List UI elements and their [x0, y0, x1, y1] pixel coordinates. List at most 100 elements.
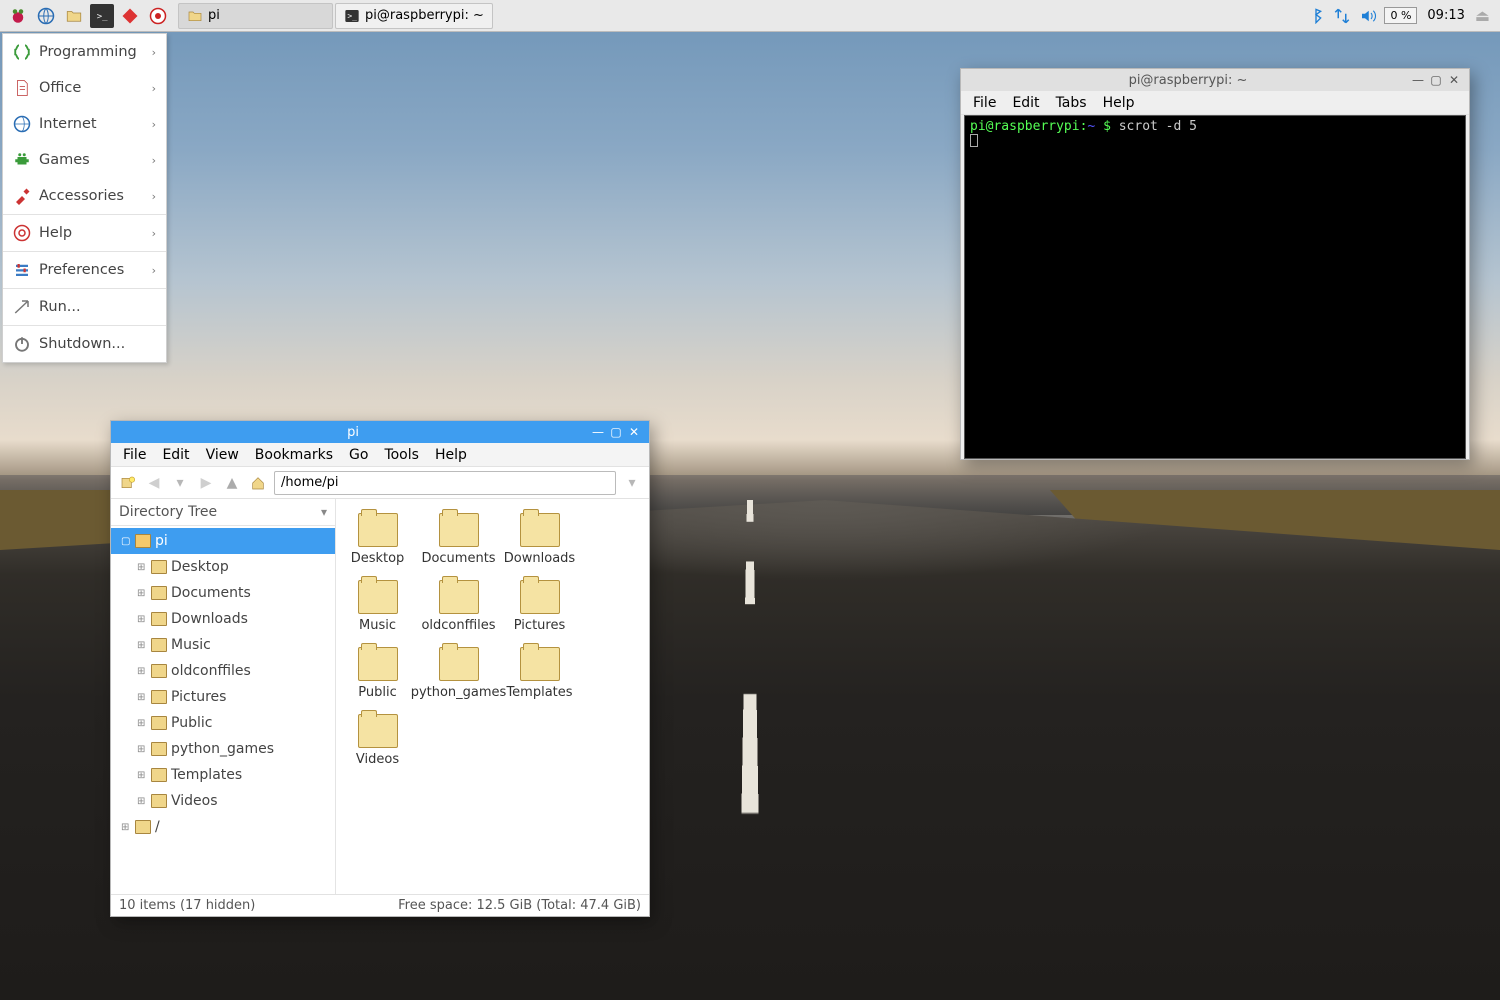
fm-icon-view[interactable]: Desktop Documents Downloads Music oldcon…	[336, 499, 649, 894]
tree-node-pi[interactable]: ▢pi	[111, 528, 335, 554]
file-manager-launcher-icon[interactable]	[62, 4, 86, 28]
menu-games[interactable]: Games›	[3, 142, 166, 178]
tree-node[interactable]: ⊞Pictures	[111, 684, 335, 710]
back-icon[interactable]: ◀	[144, 473, 164, 493]
chevron-right-icon: ›	[152, 118, 156, 131]
menu-help[interactable]: Help›	[3, 215, 166, 251]
folder-item[interactable]: oldconffiles	[421, 576, 496, 637]
menu-tabs[interactable]: Tabs	[1050, 93, 1093, 113]
titlebar[interactable]: pi — ▢ ✕	[111, 421, 649, 443]
folder-item[interactable]: Desktop	[340, 509, 415, 570]
minimize-button[interactable]: —	[1409, 73, 1427, 87]
chevron-right-icon: ›	[152, 227, 156, 240]
tree-node[interactable]: ⊞Public	[111, 710, 335, 736]
forward-icon[interactable]: ▶	[196, 473, 216, 493]
tree-node[interactable]: ⊞Documents	[111, 580, 335, 606]
menu-office[interactable]: Office›	[3, 70, 166, 106]
home-icon[interactable]	[248, 473, 268, 493]
task-label: pi	[208, 8, 220, 23]
chevron-right-icon: ›	[152, 46, 156, 59]
task-file-manager[interactable]: pi	[178, 3, 333, 29]
folder-item[interactable]: Music	[340, 576, 415, 637]
chevron-down-icon: ▾	[321, 505, 327, 519]
fm-sidebar: Directory Tree▾ ▢pi ⊞Desktop ⊞Documents …	[111, 499, 336, 894]
application-menu: Programming› Office› Internet› Games› Ac…	[2, 33, 167, 363]
volume-icon[interactable]	[1358, 7, 1378, 25]
cpu-monitor[interactable]: 0 %	[1384, 7, 1417, 24]
new-tab-icon[interactable]	[118, 473, 138, 493]
folder-item[interactable]: Templates	[502, 643, 577, 704]
tree-node[interactable]: ⊞Music	[111, 632, 335, 658]
fm-toolbar: ◀ ▾ ▶ ▲ /home/pi ▾	[111, 467, 649, 499]
wolfram-icon[interactable]	[146, 4, 170, 28]
menu-programming[interactable]: Programming›	[3, 34, 166, 70]
history-dropdown-icon[interactable]: ▾	[170, 473, 190, 493]
folder-item[interactable]: Public	[340, 643, 415, 704]
folder-item[interactable]: Videos	[340, 710, 415, 771]
tree-node[interactable]: ⊞oldconffiles	[111, 658, 335, 684]
maximize-button[interactable]: ▢	[607, 425, 625, 439]
status-item-count: 10 items (17 hidden)	[119, 898, 255, 913]
tree-node[interactable]: ⊞Downloads	[111, 606, 335, 632]
maximize-button[interactable]: ▢	[1427, 73, 1445, 87]
terminal-screen[interactable]: pi@raspberrypi:~ $ scrot -d 5	[964, 115, 1466, 459]
tree-node[interactable]: ⊞python_games	[111, 736, 335, 762]
system-tray: 0 % 09:13 ⏏	[1306, 6, 1496, 25]
menu-internet[interactable]: Internet›	[3, 106, 166, 142]
term-menubar: File Edit Tabs Help	[961, 91, 1469, 115]
close-button[interactable]: ✕	[625, 425, 643, 439]
path-dropdown-icon[interactable]: ▾	[622, 473, 642, 493]
window-title: pi	[117, 425, 589, 440]
svg-text:>_: >_	[97, 12, 108, 22]
network-icon[interactable]	[1332, 7, 1352, 25]
menu-shutdown[interactable]: Shutdown...	[3, 326, 166, 362]
menu-view[interactable]: View	[200, 445, 245, 465]
fm-menubar: File Edit View Bookmarks Go Tools Help	[111, 443, 649, 467]
menu-run[interactable]: Run...	[3, 289, 166, 325]
chevron-right-icon: ›	[152, 82, 156, 95]
menu-edit[interactable]: Edit	[1006, 93, 1045, 113]
chevron-right-icon: ›	[152, 190, 156, 203]
menu-accessories[interactable]: Accessories›	[3, 178, 166, 214]
tree-node[interactable]: ⊞Videos	[111, 788, 335, 814]
folder-item[interactable]: Documents	[421, 509, 496, 570]
clock[interactable]: 09:13	[1423, 8, 1468, 23]
file-manager-window: pi — ▢ ✕ File Edit View Bookmarks Go Too…	[110, 420, 650, 917]
raspberry-menu-icon[interactable]	[6, 4, 30, 28]
fm-statusbar: 10 items (17 hidden) Free space: 12.5 Gi…	[111, 894, 649, 916]
menu-file[interactable]: File	[117, 445, 152, 465]
task-label: pi@raspberrypi: ~	[365, 8, 484, 23]
menu-tools[interactable]: Tools	[378, 445, 425, 465]
web-browser-icon[interactable]	[34, 4, 58, 28]
task-terminal[interactable]: >_ pi@raspberrypi: ~	[335, 3, 493, 29]
folder-item[interactable]: python_games	[421, 643, 496, 704]
window-title: pi@raspberrypi: ~	[967, 73, 1409, 88]
up-icon[interactable]: ▲	[222, 473, 242, 493]
tree-node[interactable]: ⊞Templates	[111, 762, 335, 788]
sidebar-header[interactable]: Directory Tree▾	[111, 499, 335, 526]
menu-edit[interactable]: Edit	[156, 445, 195, 465]
menu-help[interactable]: Help	[1097, 93, 1141, 113]
bluetooth-icon[interactable]	[1306, 8, 1326, 24]
taskbar: >_ pi >_ pi@raspberrypi: ~ 0 % 09:13 ⏏	[0, 0, 1500, 32]
tree-node[interactable]: ⊞Desktop	[111, 554, 335, 580]
address-bar[interactable]: /home/pi	[274, 471, 616, 495]
folder-item[interactable]: Downloads	[502, 509, 577, 570]
terminal-launcher-icon[interactable]: >_	[90, 4, 114, 28]
titlebar[interactable]: pi@raspberrypi: ~ — ▢ ✕	[961, 69, 1469, 91]
cursor-icon	[970, 134, 978, 147]
folder-item[interactable]: Pictures	[502, 576, 577, 637]
menu-preferences[interactable]: Preferences›	[3, 252, 166, 288]
menu-go[interactable]: Go	[343, 445, 374, 465]
eject-icon[interactable]: ⏏	[1475, 6, 1490, 25]
mathematica-icon[interactable]	[118, 4, 142, 28]
terminal-window: pi@raspberrypi: ~ — ▢ ✕ File Edit Tabs H…	[960, 68, 1470, 460]
minimize-button[interactable]: —	[589, 425, 607, 439]
menu-file[interactable]: File	[967, 93, 1002, 113]
menu-bookmarks[interactable]: Bookmarks	[249, 445, 339, 465]
close-button[interactable]: ✕	[1445, 73, 1463, 87]
taskbar-tasks: pi >_ pi@raspberrypi: ~	[178, 3, 1306, 29]
tree-node-root[interactable]: ⊞/	[111, 814, 335, 840]
menu-help[interactable]: Help	[429, 445, 473, 465]
svg-text:>_: >_	[347, 11, 357, 20]
